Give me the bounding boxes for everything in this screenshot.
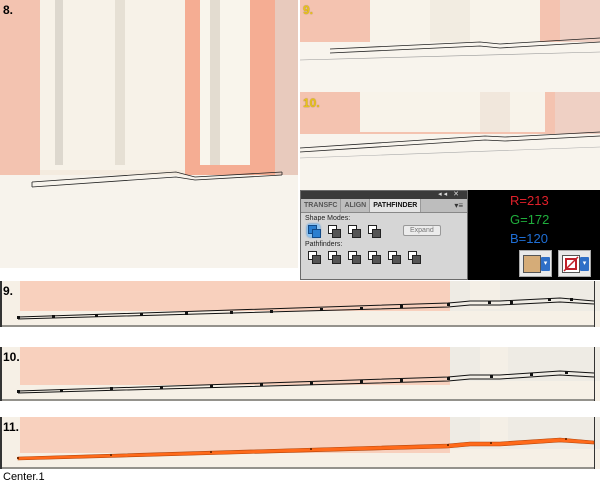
intersect-icon[interactable]: [347, 224, 361, 238]
step-11-strip: 11.: [0, 417, 600, 469]
step-11-label: 11.: [3, 420, 20, 434]
fill-swatch-control[interactable]: ▾: [519, 250, 552, 277]
divide-icon[interactable]: [307, 250, 321, 264]
step-9-top-label: 9.: [303, 3, 314, 17]
red-value: R=213: [510, 193, 549, 208]
panel-tabs: TRANSFC ALIGN PATHFINDER ▾≡: [301, 199, 467, 213]
minus-front-icon[interactable]: [327, 224, 341, 238]
none-slash-icon: [563, 256, 579, 272]
step-9-strip: 9.: [0, 281, 600, 327]
step-8-label: 8.: [3, 3, 14, 17]
tab-align[interactable]: ALIGN: [341, 199, 371, 212]
fill-swatch[interactable]: [523, 255, 541, 273]
step-10-strip: 10.: [0, 347, 600, 401]
blue-value: B=120: [510, 231, 548, 246]
unite-icon[interactable]: [307, 224, 321, 238]
step-9-top-illustration: [300, 0, 600, 92]
trim-icon[interactable]: [327, 250, 341, 264]
tab-pathfinder[interactable]: PATHFINDER: [370, 199, 422, 212]
step-8-illustration: [0, 0, 298, 268]
shape-modes-row: Expand: [301, 222, 467, 239]
merge-icon[interactable]: [347, 250, 361, 264]
step-10-top-illustration: [300, 92, 600, 190]
collapse-icon[interactable]: ◂◂ ✕: [438, 190, 461, 198]
stroke-swatch-control[interactable]: ▾: [558, 250, 591, 277]
stroke-none-swatch[interactable]: [562, 255, 580, 273]
step-9-top-panel: 9.: [300, 0, 600, 92]
pathfinders-label: Pathfinders:: [305, 241, 343, 248]
shape-modes-label: Shape Modes:: [305, 215, 351, 222]
minus-back-icon[interactable]: [407, 250, 421, 264]
step-8-panel: 8.: [0, 0, 298, 268]
step-9-strip-illustration: [0, 281, 600, 327]
step-10-top-panel: 10.: [300, 92, 600, 190]
step-9-label: 9.: [3, 284, 14, 298]
crop-icon[interactable]: [367, 250, 381, 264]
green-value: G=172: [510, 212, 550, 227]
tab-transform[interactable]: TRANSFC: [301, 199, 342, 212]
chevron-down-icon[interactable]: ▾: [580, 257, 589, 271]
footer-caption: Center.1: [3, 471, 45, 483]
step-11-strip-illustration: [0, 417, 600, 469]
exclude-icon[interactable]: [367, 224, 381, 238]
step-10-top-label: 10.: [303, 96, 320, 110]
step-10-label: 10.: [3, 350, 20, 364]
expand-button[interactable]: Expand: [403, 225, 441, 236]
outline-icon[interactable]: [387, 250, 401, 264]
panel-menu-icon[interactable]: ▾≡: [454, 201, 463, 210]
pathfinder-panel: ◂◂ ✕ TRANSFC ALIGN PATHFINDER ▾≡ Shape M…: [300, 190, 468, 280]
panel-title-bar[interactable]: ◂◂ ✕: [301, 191, 467, 199]
pathfinders-row: [301, 248, 467, 265]
chevron-down-icon[interactable]: ▾: [541, 257, 550, 271]
step-10-strip-illustration: [0, 347, 600, 401]
